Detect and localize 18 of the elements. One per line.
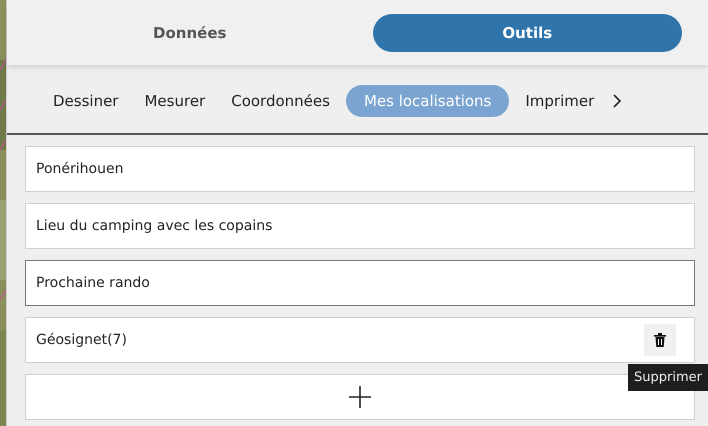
tooltip: Supprimer xyxy=(628,364,708,391)
location-name: Lieu du camping avec les copains xyxy=(36,218,274,234)
chevron-right-icon[interactable] xyxy=(612,93,622,109)
location-item[interactable]: Ponérihouen xyxy=(25,146,695,192)
tool-tab[interactable]: Dessiner xyxy=(43,85,128,117)
tool-tab[interactable]: Imprimer xyxy=(515,85,604,117)
location-item[interactable]: Prochaine rando xyxy=(25,260,695,306)
trash-icon xyxy=(654,333,666,347)
location-name: Géosignet(7) xyxy=(36,332,128,348)
location-item[interactable]: Lieu du camping avec les copains xyxy=(25,203,695,249)
location-name: Prochaine rando xyxy=(36,275,151,291)
tool-tab[interactable]: Coordonnées xyxy=(221,85,340,117)
tool-tab[interactable]: Mesurer xyxy=(134,85,216,117)
delete-button[interactable] xyxy=(644,324,676,356)
plus-icon xyxy=(348,385,372,409)
main-tab[interactable]: Données xyxy=(35,14,344,52)
location-name: Ponérihouen xyxy=(36,161,124,177)
main-tab[interactable]: Outils xyxy=(372,14,682,52)
